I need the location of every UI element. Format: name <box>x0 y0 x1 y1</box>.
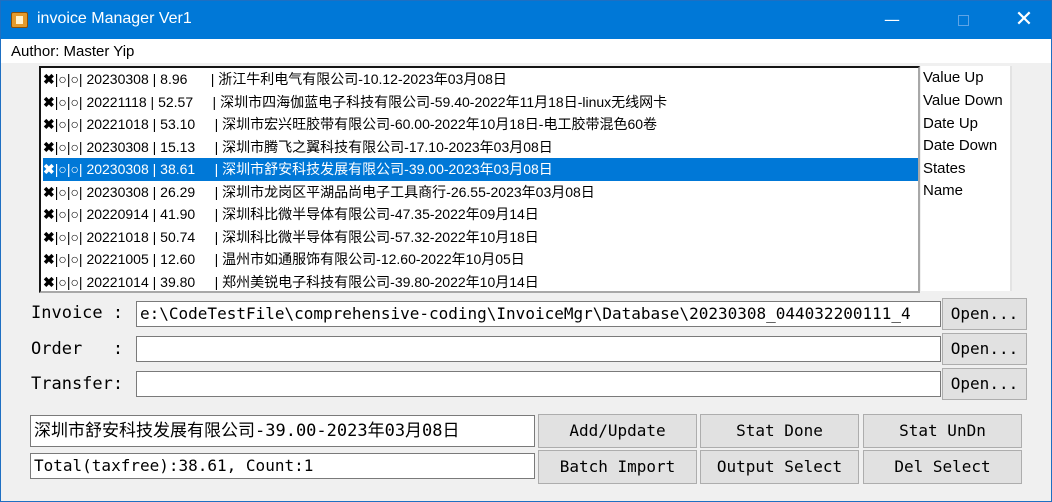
window-title: invoice Manager Ver1 <box>37 10 192 27</box>
delete-mark-icon: ✖ <box>43 71 55 87</box>
invoice-row-text: |○|○| 20230308 | 8.96 | 浙江牛利电气有限公司-10.12… <box>54 71 507 87</box>
sort-states[interactable]: States <box>923 160 966 177</box>
invoice-row-text: |○|○| 20221014 | 39.80 | 郑州美锐电子科技有限公司-39… <box>54 273 539 290</box>
output-select-button[interactable]: Output Select <box>700 450 859 484</box>
total-summary-text: Total(taxfree):38.61, Count:1 <box>30 453 535 479</box>
invoice-path-input[interactable]: e:\CodeTestFile\comprehensive-coding\Inv… <box>136 301 941 327</box>
app-window: invoice Manager Ver1 — ✕ Author: Master … <box>0 0 1052 502</box>
delete-mark-icon: ✖ <box>43 206 55 222</box>
invoice-row-text: |○|○| 20230308 | 38.61 | 深圳市舒安科技发展有限公司-3… <box>54 161 553 177</box>
close-icon: ✕ <box>1014 7 1034 32</box>
maximize-icon <box>958 15 969 26</box>
maximize-button[interactable] <box>940 1 986 39</box>
invoice-row-text: |○|○| 20221005 | 12.60 | 温州市如通服饰有限公司-12.… <box>54 251 525 267</box>
order-label: Order : <box>31 339 124 359</box>
delete-mark-icon: ✖ <box>43 273 55 290</box>
invoice-listbox[interactable]: ✖|○|○| 20230308 | 8.96 | 浙江牛利电气有限公司-10.1… <box>39 66 920 293</box>
sort-value-down[interactable]: Value Down <box>923 92 1003 109</box>
stat-undn-button[interactable]: Stat UnDn <box>863 414 1022 448</box>
transfer-open-button[interactable]: Open... <box>942 368 1027 400</box>
invoice-row[interactable]: ✖|○|○| 20230308 | 8.96 | 浙江牛利电气有限公司-10.1… <box>43 68 918 91</box>
invoice-row-text: |○|○| 20221018 | 50.74 | 深圳科比微半导体有限公司-57… <box>54 228 539 245</box>
sort-options-list[interactable]: Value Up Value Down Date Up Date Down St… <box>921 66 1012 291</box>
delete-mark-icon: ✖ <box>43 116 55 132</box>
invoice-row[interactable]: ✖|○|○| 20221018 | 53.10 | 深圳市宏兴旺胶带有限公司-6… <box>43 113 918 136</box>
title-bar[interactable]: invoice Manager Ver1 — ✕ <box>1 1 1051 39</box>
sort-date-up[interactable]: Date Up <box>923 115 978 132</box>
batch-import-button[interactable]: Batch Import <box>538 450 697 484</box>
invoice-row-text: |○|○| 20221118 | 52.57 | 深圳市四海伽蓝电子科技有限公司… <box>54 93 668 110</box>
order-open-button[interactable]: Open... <box>942 333 1027 365</box>
del-select-button[interactable]: Del Select <box>863 450 1022 484</box>
add-update-button[interactable]: Add/Update <box>538 414 697 448</box>
menu-author[interactable]: Author: Master Yip <box>11 43 134 60</box>
invoice-row[interactable]: ✖|○|○| 20221118 | 52.57 | 深圳市四海伽蓝电子科技有限公… <box>43 91 918 114</box>
delete-mark-icon: ✖ <box>43 161 55 177</box>
stat-done-button[interactable]: Stat Done <box>700 414 859 448</box>
transfer-label: Transfer: <box>31 374 124 394</box>
menu-bar: Author: Master Yip <box>1 39 1051 63</box>
invoice-row[interactable]: ✖|○|○| 20220914 | 41.90 | 深圳科比微半导体有限公司-4… <box>43 203 918 226</box>
sort-date-down[interactable]: Date Down <box>923 137 997 154</box>
delete-mark-icon: ✖ <box>43 228 55 245</box>
invoice-row-text: |○|○| 20230308 | 15.13 | 深圳市腾飞之翼科技有限公司-1… <box>54 138 553 155</box>
delete-mark-icon: ✖ <box>43 251 55 267</box>
invoice-row[interactable]: ✖|○|○| 20230308 | 26.29 | 深圳市龙岗区平湖品尚电子工具… <box>43 181 918 204</box>
minimize-icon: — <box>884 10 900 29</box>
sort-value-up[interactable]: Value Up <box>923 69 984 86</box>
invoice-row-text: |○|○| 20221018 | 53.10 | 深圳市宏兴旺胶带有限公司-60… <box>54 116 658 132</box>
invoice-row[interactable]: ✖|○|○| 20221014 | 39.80 | 郑州美锐电子科技有限公司-3… <box>43 271 918 292</box>
close-button[interactable]: ✕ <box>1001 1 1047 39</box>
invoice-row-selected[interactable]: ✖|○|○| 20230308 | 38.61 | 深圳市舒安科技发展有限公司-… <box>43 158 918 181</box>
delete-mark-icon: ✖ <box>43 93 55 110</box>
invoice-label: Invoice : <box>31 303 124 323</box>
invoice-row[interactable]: ✖|○|○| 20230308 | 15.13 | 深圳市腾飞之翼科技有限公司-… <box>43 136 918 159</box>
delete-mark-icon: ✖ <box>43 138 55 155</box>
invoice-open-button[interactable]: Open... <box>942 298 1027 330</box>
app-icon <box>11 12 28 28</box>
invoice-row[interactable]: ✖|○|○| 20221018 | 50.74 | 深圳科比微半导体有限公司-5… <box>43 226 918 249</box>
sort-name[interactable]: Name <box>923 182 963 199</box>
transfer-path-input[interactable] <box>136 371 941 397</box>
minimize-button[interactable]: — <box>869 1 915 39</box>
selected-invoice-name-input[interactable]: 深圳市舒安科技发展有限公司-39.00-2023年03月08日 <box>30 415 535 447</box>
order-path-input[interactable] <box>136 336 941 362</box>
invoice-row-text: |○|○| 20220914 | 41.90 | 深圳科比微半导体有限公司-47… <box>54 206 539 222</box>
delete-mark-icon: ✖ <box>43 183 55 200</box>
invoice-row-text: |○|○| 20230308 | 26.29 | 深圳市龙岗区平湖品尚电子工具商… <box>54 183 595 200</box>
invoice-row[interactable]: ✖|○|○| 20221005 | 12.60 | 温州市如通服饰有限公司-12… <box>43 248 918 271</box>
